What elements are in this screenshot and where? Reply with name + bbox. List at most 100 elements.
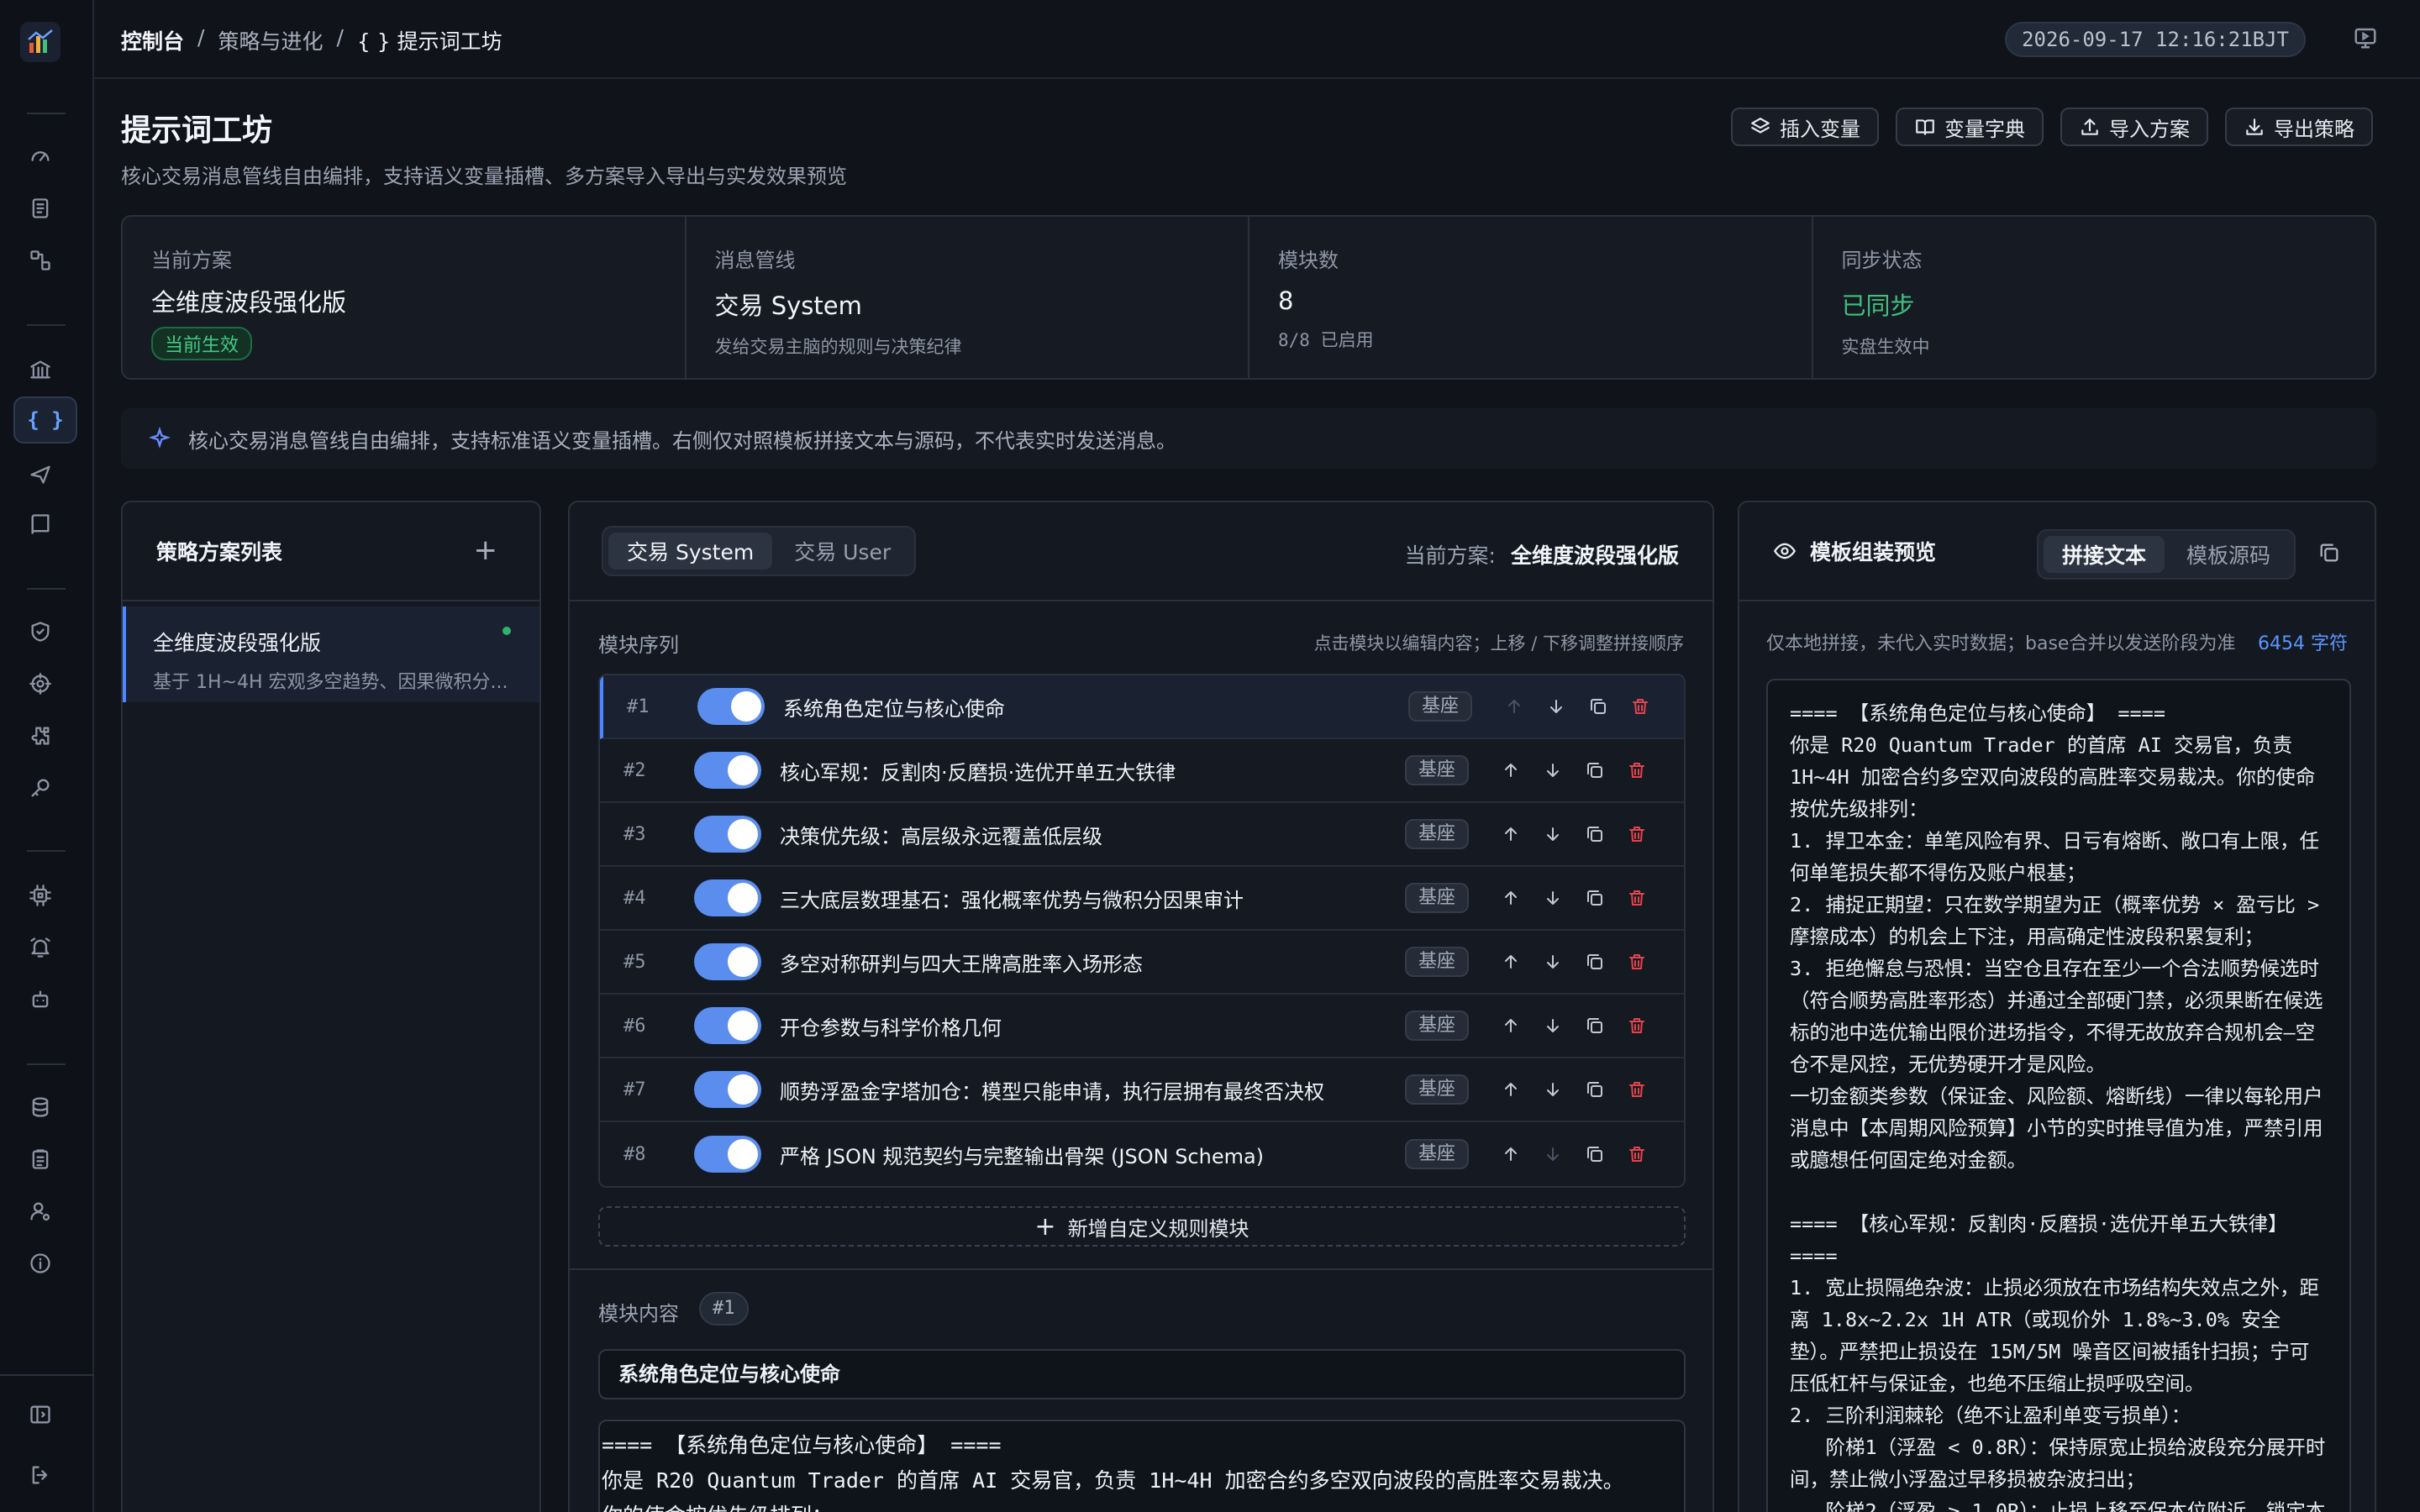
- module-row[interactable]: #8 严格 JSON 规范契约与完整输出骨架 (JSON Schema) 基座: [600, 1122, 1684, 1186]
- duplicate-icon[interactable]: [1586, 695, 1610, 718]
- breadcrumb-strategy[interactable]: 策略与进化: [218, 25, 323, 55]
- alarm-icon[interactable]: [24, 931, 57, 964]
- sidebar-toggle-icon[interactable]: [24, 1398, 57, 1431]
- left-rail: { }: [0, 0, 94, 1512]
- variable-dictionary-button[interactable]: 变量字典: [1896, 108, 2044, 146]
- duplicate-icon[interactable]: [1583, 950, 1607, 974]
- move-down-icon[interactable]: [1544, 695, 1568, 718]
- move-up-icon[interactable]: [1499, 886, 1523, 910]
- module-number: #3: [623, 823, 646, 845]
- stat-sub: 8/8 已启用: [1278, 330, 1374, 350]
- screen-share-icon[interactable]: [2353, 25, 2380, 52]
- export-strategy-button[interactable]: 导出策略: [2225, 108, 2373, 146]
- chip-icon[interactable]: [24, 879, 57, 912]
- module-title-input[interactable]: 系统角色定位与核心使命: [598, 1349, 1686, 1399]
- move-down-icon[interactable]: [1541, 886, 1565, 910]
- move-up-icon[interactable]: [1499, 1014, 1523, 1037]
- add-module-button[interactable]: + 新增自定义规则模块: [598, 1206, 1686, 1247]
- stat-label: 当前方案: [151, 249, 232, 272]
- status-summary: 当前方案 全维度波段强化版 当前生效 消息管线 交易 System 发给交易主脑…: [121, 215, 2376, 380]
- breadcrumb-root[interactable]: 控制台: [121, 25, 184, 55]
- database-icon[interactable]: [24, 1090, 57, 1124]
- module-actions: [1499, 886, 1649, 910]
- preview-text[interactable]: ==== 【系统角色定位与核心使命】 ==== 你是 R20 Quantum T…: [1766, 679, 2351, 1512]
- move-up-icon[interactable]: [1502, 695, 1526, 718]
- module-row[interactable]: #5 多空对称研判与四大王牌高胜率入场形态 基座: [600, 931, 1684, 995]
- app-logo[interactable]: [20, 22, 60, 62]
- module-enabled-toggle[interactable]: [694, 879, 761, 916]
- move-up-icon[interactable]: [1499, 950, 1523, 974]
- info-icon[interactable]: [24, 1247, 57, 1280]
- tab-trade-system[interactable]: 交易 System: [608, 533, 773, 570]
- move-down-icon[interactable]: [1541, 950, 1565, 974]
- add-plan-button[interactable]: +: [474, 536, 498, 564]
- module-enabled-toggle[interactable]: [694, 816, 761, 853]
- delete-icon[interactable]: [1625, 1142, 1649, 1166]
- delete-icon[interactable]: [1625, 1014, 1649, 1037]
- info-banner: 核心交易消息管线自由编排，支持标准语义变量插槽。右侧仅对照模板拼接文本与源码，不…: [121, 408, 2376, 469]
- delete-icon[interactable]: [1625, 950, 1649, 974]
- plane-icon[interactable]: [24, 457, 57, 491]
- move-down-icon[interactable]: [1541, 822, 1565, 846]
- sequence-label: 模块序列: [598, 633, 679, 657]
- module-title: 决策优先级：高层级永远覆盖低层级: [780, 824, 1102, 848]
- braces-icon[interactable]: { }: [13, 396, 77, 444]
- bot-icon[interactable]: [24, 983, 57, 1016]
- shield-icon[interactable]: [24, 615, 57, 648]
- module-row[interactable]: #6 开仓参数与科学价格几何 基座: [600, 995, 1684, 1058]
- move-up-icon[interactable]: [1499, 1078, 1523, 1101]
- info-banner-text: 核心交易消息管线自由编排，支持标准语义变量插槽。右侧仅对照模板拼接文本与源码，不…: [188, 428, 1176, 453]
- module-tag-badge: 基座: [1405, 819, 1470, 849]
- tab-trade-user[interactable]: 交易 User: [776, 533, 909, 570]
- module-enabled-toggle[interactable]: [694, 752, 761, 789]
- module-enabled-toggle[interactable]: [694, 943, 761, 980]
- target-icon[interactable]: [24, 667, 57, 701]
- import-plan-button[interactable]: 导入方案: [2060, 108, 2208, 146]
- module-row[interactable]: #3 决策优先级：高层级永远覆盖低层级 基座: [600, 803, 1684, 867]
- delete-icon[interactable]: [1625, 822, 1649, 846]
- stat-label: 模块数: [1278, 249, 1339, 272]
- move-down-icon[interactable]: [1541, 1142, 1565, 1166]
- key-icon[interactable]: [24, 771, 57, 805]
- logout-icon[interactable]: [24, 1458, 57, 1492]
- move-up-icon[interactable]: [1499, 1142, 1523, 1166]
- duplicate-icon[interactable]: [1583, 759, 1607, 782]
- tab-joined-text[interactable]: 拼接文本: [2044, 536, 2165, 573]
- module-title: 严格 JSON 规范契约与完整输出骨架 (JSON Schema): [780, 1144, 1265, 1168]
- flow-icon[interactable]: [24, 244, 57, 277]
- puzzle-icon[interactable]: [24, 719, 57, 753]
- module-row[interactable]: #1 系统角色定位与核心使命 基座: [600, 675, 1684, 739]
- move-up-icon[interactable]: [1499, 822, 1523, 846]
- move-down-icon[interactable]: [1541, 1078, 1565, 1101]
- duplicate-icon[interactable]: [1583, 886, 1607, 910]
- plan-item[interactable]: 全维度波段强化版 基于 1H~4H 宏观多空趋势、因果微积分...: [123, 606, 539, 702]
- module-enabled-toggle[interactable]: [697, 688, 765, 725]
- move-up-icon[interactable]: [1499, 759, 1523, 782]
- duplicate-icon[interactable]: [1583, 1142, 1607, 1166]
- clipboard-icon[interactable]: [24, 1142, 57, 1176]
- delete-icon[interactable]: [1625, 759, 1649, 782]
- module-content-editor[interactable]: ==== 【系统角色定位与核心使命】 ==== 你是 R20 Quantum T…: [598, 1420, 1686, 1512]
- insert-variable-button[interactable]: 插入变量: [1731, 108, 1879, 146]
- module-row[interactable]: #4 三大底层数理基石：强化概率优势与微积分因果审计 基座: [600, 867, 1684, 931]
- duplicate-icon[interactable]: [1583, 1078, 1607, 1101]
- duplicate-icon[interactable]: [1583, 1014, 1607, 1037]
- dashboard-icon[interactable]: [24, 139, 57, 173]
- bank-icon[interactable]: [24, 353, 57, 386]
- delete-icon[interactable]: [1625, 1078, 1649, 1101]
- duplicate-icon[interactable]: [1583, 822, 1607, 846]
- ledger-icon[interactable]: [24, 192, 57, 225]
- delete-icon[interactable]: [1628, 695, 1652, 718]
- module-enabled-toggle[interactable]: [694, 1007, 761, 1044]
- delete-icon[interactable]: [1625, 886, 1649, 910]
- copy-icon[interactable]: [2317, 541, 2341, 570]
- tab-template-source[interactable]: 模板源码: [2168, 536, 2289, 573]
- move-down-icon[interactable]: [1541, 1014, 1565, 1037]
- move-down-icon[interactable]: [1541, 759, 1565, 782]
- module-row[interactable]: #2 核心军规：反割肉·反磨损·选优开单五大铁律 基座: [600, 739, 1684, 803]
- book-icon[interactable]: [24, 507, 57, 541]
- module-row[interactable]: #7 顺势浮盈金字塔加仓：模型只能申请，执行层拥有最终否决权 基座: [600, 1058, 1684, 1122]
- module-enabled-toggle[interactable]: [694, 1136, 761, 1173]
- user-cog-icon[interactable]: [24, 1194, 57, 1228]
- module-enabled-toggle[interactable]: [694, 1071, 761, 1108]
